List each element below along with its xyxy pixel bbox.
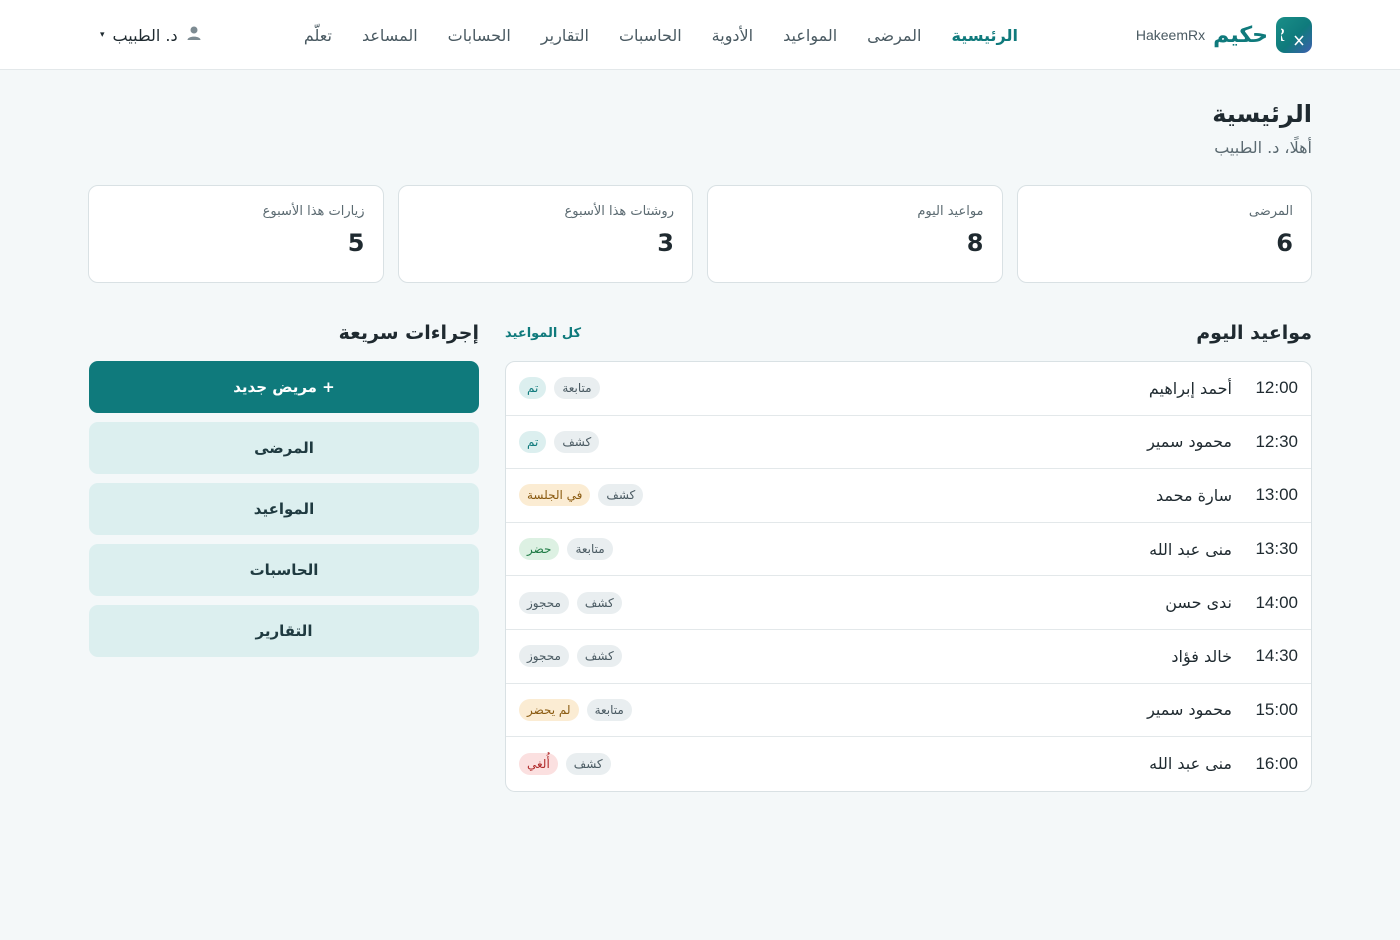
brand-name: حكيم	[1213, 22, 1268, 48]
appointment-badges: متابعة حضر	[519, 538, 613, 561]
visit-type-badge: متابعة	[567, 538, 613, 561]
appointment-time: 16:00	[1255, 753, 1298, 773]
appointment-patient-name: منى عبد الله	[1149, 754, 1232, 774]
appointment-time: 14:30	[1255, 646, 1298, 666]
user-name: د. الطبيب	[112, 25, 178, 45]
visit-type-badge: كشف	[554, 430, 600, 453]
reports-button[interactable]: التقارير	[89, 605, 479, 657]
quick-actions-section: إجراءات سريعة + مريض جديد المرضى المواعي…	[89, 321, 479, 792]
patients-button[interactable]: المرضى	[89, 422, 479, 474]
stat-value: 8	[966, 229, 984, 257]
section-title: مواعيد اليوم	[1196, 322, 1312, 344]
stat-label: روشتات هذا الأسبوع	[564, 204, 674, 219]
top-navbar: R حكيم HakeemRx الرئيسية المرضى المواعيد…	[0, 0, 1400, 70]
stat-label: زيارات هذا الأسبوع	[262, 204, 365, 219]
appointment-row[interactable]: 13:00 سارة محمد كشف في الجلسة	[506, 469, 1311, 523]
stat-value: 5	[347, 229, 365, 257]
stat-value: 3	[657, 229, 674, 257]
status-badge: في الجلسة	[519, 484, 591, 507]
appointment-time: 13:30	[1255, 539, 1298, 559]
nav-item-appointments[interactable]: المواعيد	[783, 26, 837, 45]
status-badge: أُلغي	[519, 752, 558, 775]
all-appointments-link[interactable]: كل المواعيد	[505, 326, 581, 341]
visit-type-badge: متابعة	[586, 698, 632, 721]
status-badge: تم	[519, 377, 547, 400]
appointment-patient-name: أحمد إبراهيم	[1148, 378, 1232, 398]
section-header: مواعيد اليوم كل المواعيد	[505, 321, 1312, 345]
nav-item-accounts[interactable]: الحسابات	[448, 26, 511, 45]
stats-row: المرضى 6 مواعيد اليوم 8 روشتات هذا الأسب…	[88, 185, 1312, 283]
user-menu[interactable]: د. الطبيب ▾	[100, 0, 202, 70]
nav-item-home[interactable]: الرئيسية	[952, 26, 1019, 45]
appointment-badges: كشف أُلغي	[519, 752, 611, 775]
visit-type-badge: كشف	[576, 591, 622, 614]
appointment-patient-name: خالد فؤاد	[1171, 646, 1232, 666]
status-badge: لم يحضر	[519, 698, 579, 721]
visit-type-badge: كشف	[576, 645, 622, 668]
stat-value: 6	[1276, 229, 1293, 257]
content-columns: مواعيد اليوم كل المواعيد 12:00 أحمد إبراه…	[88, 321, 1312, 792]
status-badge: محجوز	[519, 591, 569, 614]
appointment-time: 12:30	[1255, 431, 1298, 451]
appointment-badges: كشف محجوز	[519, 591, 622, 614]
appointment-patient-name: منى عبد الله	[1149, 539, 1232, 559]
nav-item-patients[interactable]: المرضى	[867, 26, 921, 45]
appointments-list: 12:00 أحمد إبراهيم متابعة تم 12:30 محمود سمير…	[505, 361, 1312, 792]
nav-item-learn[interactable]: تعلّم	[304, 26, 332, 45]
nav-item-reports[interactable]: التقارير	[541, 26, 589, 45]
brand[interactable]: R حكيم HakeemRx	[1136, 17, 1312, 53]
appointment-patient-name: محمود سمير	[1147, 432, 1232, 452]
page-subtitle: أهلًا، د. الطبيب	[1214, 138, 1312, 157]
appointment-row[interactable]: 15:00 محمود سمير متابعة لم يحضر	[506, 684, 1311, 738]
section-header: إجراءات سريعة	[89, 321, 479, 345]
appointment-time: 13:00	[1255, 485, 1298, 505]
appointment-row[interactable]: 14:00 ندى حسن كشف محجوز	[506, 576, 1311, 630]
appointment-patient-name: سارة محمد	[1155, 485, 1232, 505]
calculators-button[interactable]: الحاسبات	[89, 544, 479, 596]
chevron-down-icon: ▾	[100, 30, 105, 40]
new-patient-button[interactable]: + مريض جديد	[89, 361, 479, 413]
visit-type-badge: كشف	[565, 752, 611, 775]
appointment-row[interactable]: 12:30 محمود سمير كشف تم	[506, 416, 1311, 470]
appointment-badges: متابعة لم يحضر	[519, 698, 632, 721]
page-title: الرئيسية	[1212, 100, 1312, 128]
status-badge: تم	[519, 430, 547, 453]
appointment-badges: متابعة تم	[519, 377, 600, 400]
nav-item-assistant[interactable]: المساعد	[362, 26, 418, 45]
appointment-time: 15:00	[1255, 699, 1298, 719]
appointment-badges: كشف تم	[519, 430, 600, 453]
appointment-patient-name: محمود سمير	[1147, 700, 1232, 720]
visit-type-badge: كشف	[598, 484, 644, 507]
today-appointments-section: مواعيد اليوم كل المواعيد 12:00 أحمد إبراه…	[505, 321, 1312, 792]
status-badge: محجوز	[519, 645, 569, 668]
nav-item-medications[interactable]: الأدوية	[712, 26, 753, 45]
appointment-time: 12:00	[1255, 378, 1298, 398]
rx-logo-icon: R	[1276, 17, 1312, 53]
appointments-button[interactable]: المواعيد	[89, 483, 479, 535]
svg-text:R: R	[1281, 26, 1285, 46]
section-title: إجراءات سريعة	[338, 322, 479, 344]
appointment-row[interactable]: 12:00 أحمد إبراهيم متابعة تم	[506, 362, 1311, 416]
status-badge: حضر	[519, 538, 560, 561]
appointment-row[interactable]: 14:30 خالد فؤاد كشف محجوز	[506, 630, 1311, 684]
stat-card-today-appointments: مواعيد اليوم 8	[707, 185, 1003, 283]
user-icon	[186, 25, 202, 45]
stat-card-weekly-prescriptions: روشتات هذا الأسبوع 3	[397, 185, 693, 283]
appointment-time: 14:00	[1255, 592, 1298, 612]
brand-latin-name: HakeemRx	[1135, 27, 1206, 43]
stat-label: المرضى	[1248, 204, 1293, 219]
visit-type-badge: متابعة	[554, 377, 600, 400]
stat-label: مواعيد اليوم	[917, 204, 984, 219]
appointment-row[interactable]: 16:00 منى عبد الله كشف أُلغي	[506, 737, 1311, 791]
appointment-patient-name: ندى حسن	[1165, 593, 1232, 613]
main-nav: الرئيسية المرضى المواعيد الأدوية الحاسبا…	[304, 0, 1018, 70]
stat-card-weekly-visits: زيارات هذا الأسبوع 5	[88, 185, 384, 283]
appointment-badges: كشف في الجلسة	[519, 484, 644, 507]
appointment-badges: كشف محجوز	[519, 645, 622, 668]
dashboard: الرئيسية أهلًا، د. الطبيب المرضى 6 مواعي…	[88, 70, 1312, 792]
nav-item-calculators[interactable]: الحاسبات	[619, 26, 682, 45]
appointment-row[interactable]: 13:30 منى عبد الله متابعة حضر	[506, 523, 1311, 577]
stat-card-patients: المرضى 6	[1016, 185, 1312, 283]
